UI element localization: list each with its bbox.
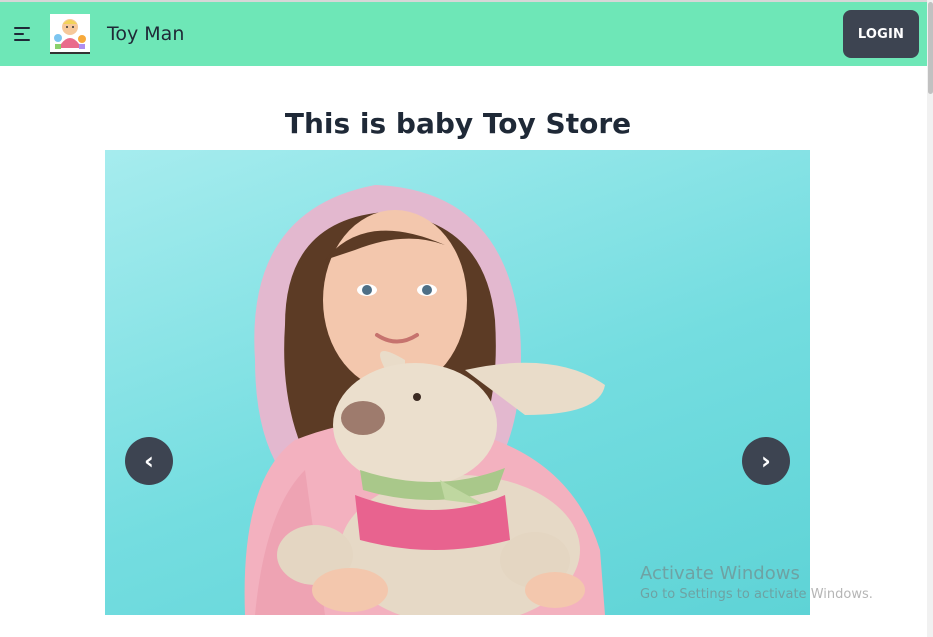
navbar: Toy Man LOGIN xyxy=(0,2,927,66)
girl-with-plush-toy-image xyxy=(244,185,606,615)
watermark-title: Activate Windows xyxy=(640,563,800,584)
hamburger-menu-icon[interactable] xyxy=(14,27,32,41)
windows-activation-watermark: Activate Windows Go to Settings to activ… xyxy=(640,563,873,602)
baby-toys-logo-icon xyxy=(50,14,90,52)
brand-name[interactable]: Toy Man xyxy=(107,23,184,45)
carousel-prev-button[interactable]: ‹ xyxy=(125,437,173,485)
watermark-subtitle: Go to Settings to activate Windows. xyxy=(640,587,873,602)
carousel-slide xyxy=(105,150,810,615)
page: Toy Man LOGIN This is baby Toy Store ‹ ›… xyxy=(0,0,933,637)
page-title: This is baby Toy Store xyxy=(284,107,632,140)
scrollbar-thumb[interactable] xyxy=(928,2,933,94)
logo[interactable] xyxy=(50,14,90,54)
carousel-next-button[interactable]: › xyxy=(742,437,790,485)
scrollbar[interactable] xyxy=(927,0,933,637)
login-button[interactable]: LOGIN xyxy=(843,10,919,58)
